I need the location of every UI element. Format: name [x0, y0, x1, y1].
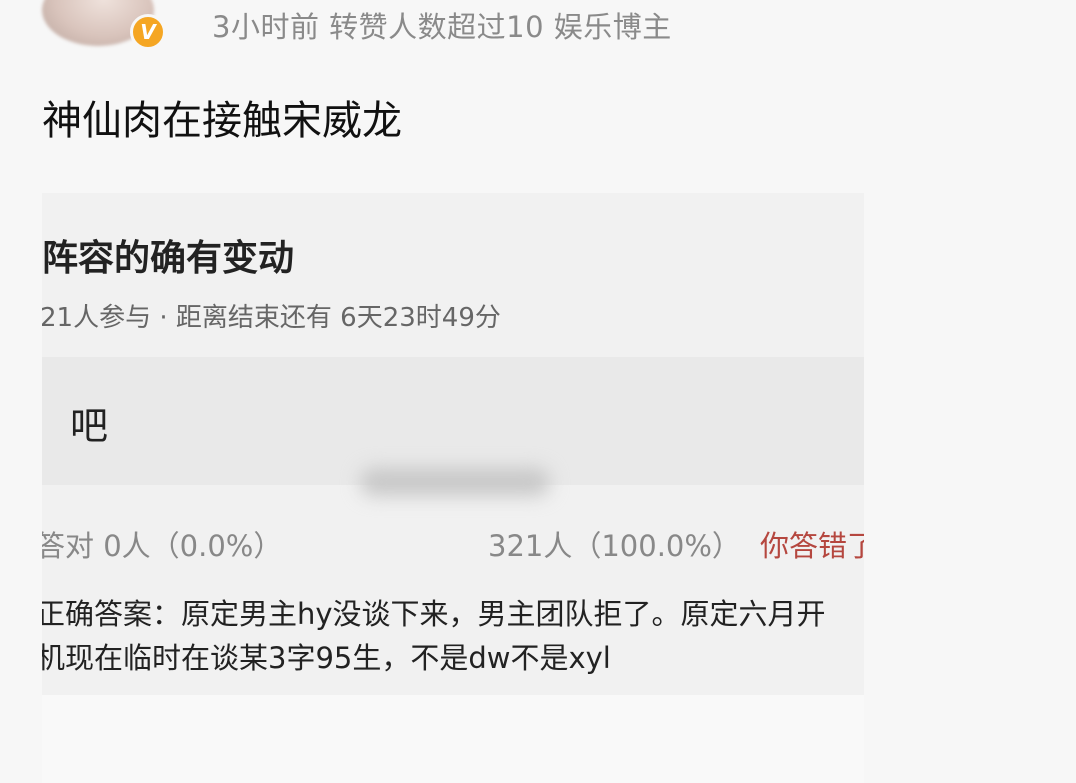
poll-stat-wrong: 321人（100.0%）: [488, 529, 741, 563]
poll-option: 吧: [42, 357, 864, 485]
embedded-screenshot[interactable]: 阵容的确有变动 21人参与 · 距离结束还有 6天23时49分 吧 答对 0人（…: [42, 193, 864, 695]
embed-bottom-area: [42, 695, 864, 783]
wrong-answer-label: 你答错了: [760, 529, 864, 563]
author-tag[interactable]: 娱乐博主: [554, 10, 672, 44]
poll-title: 阵容的确有变动: [42, 238, 295, 279]
post-time: 3小时前: [212, 10, 320, 44]
verified-badge-icon: V: [130, 14, 166, 50]
poll-participants: 21人参与: [42, 303, 152, 333]
post-text: 神仙肉在接触宋威龙: [42, 98, 402, 144]
blurred-content: [360, 468, 550, 496]
post-meta: 3小时前 转赞人数超过10 娱乐博主: [212, 4, 672, 46]
repost-stat: 转赞人数超过10: [329, 10, 545, 44]
poll-info: 21人参与 · 距离结束还有 6天23时49分: [42, 297, 501, 334]
verified-badge-label: V: [140, 20, 156, 44]
poll-separator: ·: [159, 303, 168, 333]
poll-stat-correct: 答对 0人（0.0%）: [42, 529, 283, 563]
answer-text-line1: 正确答案：原定男主hy没谈下来，男主团队拒了。原定六月开: [42, 597, 826, 631]
poll-option-text: 吧: [70, 404, 109, 448]
answer-text-line2: 机现在临时在谈某3字95生，不是dw不是xyl: [42, 641, 611, 675]
poll-countdown: 距离结束还有 6天23时49分: [175, 303, 501, 333]
